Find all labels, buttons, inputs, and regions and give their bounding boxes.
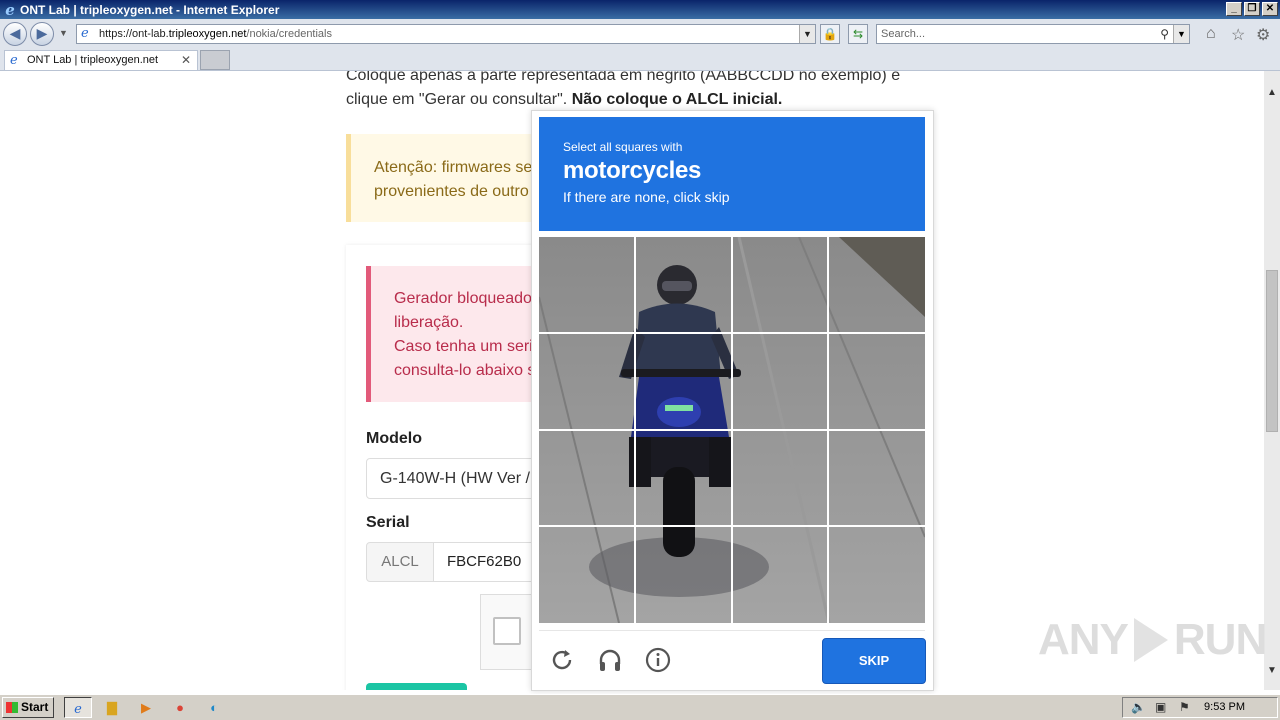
- warning-text: Atenção: firmwares ser provenientes de o…: [374, 156, 534, 204]
- address-bar[interactable]: e https://ont-lab.tripleoxygen.net/nokia…: [76, 24, 816, 44]
- scroll-up-icon[interactable]: ▲: [1264, 85, 1280, 101]
- url-path: /nokia/credentials: [246, 28, 332, 40]
- minimize-button[interactable]: _: [1226, 2, 1242, 16]
- generate-button[interactable]: [366, 683, 467, 690]
- favorites-star-icon[interactable]: ☆: [1231, 25, 1245, 45]
- back-arrow-icon: ◀: [9, 25, 21, 41]
- back-button[interactable]: ◀: [3, 22, 27, 46]
- forward-arrow-icon: ▶: [36, 25, 48, 41]
- skip-button[interactable]: SKIP: [822, 638, 926, 684]
- taskbar-ie-icon[interactable]: e: [64, 697, 92, 718]
- serial-prefix-addon: ALCL: [366, 542, 434, 582]
- prompt-skip-hint: If there are none, click skip: [563, 189, 730, 205]
- url-domain: tripleoxygen.net: [168, 28, 247, 40]
- scrollbar-thumb[interactable]: [1266, 270, 1278, 432]
- headphones-icon[interactable]: [596, 646, 624, 674]
- close-window-button[interactable]: ✕: [1262, 2, 1278, 16]
- taskbar-edge-icon[interactable]: ◐: [200, 697, 228, 718]
- system-tray: 🔈 ▣ ⚑ 9:53 PM: [1122, 697, 1278, 718]
- close-tab-icon[interactable]: ✕: [181, 51, 191, 70]
- anyrun-watermark: ANY RUN: [1038, 612, 1267, 668]
- restore-button[interactable]: ❐: [1244, 2, 1260, 16]
- intro-line-2: clique em "Gerar ou consultar". Não colo…: [346, 88, 782, 112]
- error-text: Gerador bloqueado liberação. Caso tenha …: [394, 287, 534, 383]
- watermark-text-left: ANY: [1038, 615, 1129, 664]
- challenge-image-grid[interactable]: [539, 237, 925, 623]
- tab-label: ONT Lab | tripleoxygen.net: [27, 54, 159, 66]
- lock-button[interactable]: 🔒: [820, 24, 840, 44]
- home-icon[interactable]: ⌂: [1206, 25, 1216, 43]
- tab-ont-lab[interactable]: e ONT Lab | tripleoxygen.net ✕: [4, 50, 198, 70]
- url-prefix: https://ont-lab.: [99, 28, 169, 40]
- refresh-page-button[interactable]: ⇆: [848, 24, 868, 44]
- tab-ie-icon: e: [10, 53, 18, 68]
- taskbar-media-player-icon[interactable]: ▶: [132, 697, 160, 718]
- windows-flag-icon: [6, 702, 18, 713]
- action-center-flag-icon[interactable]: ⚑: [1179, 698, 1190, 717]
- intro-line-2-text: clique em "Gerar ou consultar".: [346, 91, 572, 108]
- refresh-icon[interactable]: [548, 646, 576, 674]
- error-line-4: consulta-lo abaixo s: [394, 362, 534, 379]
- window-title: ONT Lab | tripleoxygen.net - Internet Ex…: [20, 2, 280, 17]
- error-line-2: liberação.: [394, 314, 464, 331]
- warning-line-2: provenientes de outro: [374, 183, 529, 200]
- info-icon[interactable]: [644, 646, 672, 674]
- new-tab-button[interactable]: [200, 50, 230, 70]
- search-placeholder: Search...: [881, 28, 926, 40]
- intro-bold-note: Não coloque o ALCL inicial.: [571, 91, 783, 108]
- serial-input[interactable]: FBCF62B0: [433, 542, 546, 582]
- history-dropdown-icon[interactable]: ▼: [59, 28, 68, 38]
- network-icon[interactable]: ▣: [1155, 698, 1166, 717]
- window-title-bar: e ONT Lab | tripleoxygen.net - Internet …: [0, 0, 1280, 19]
- address-dropdown-icon[interactable]: ▼: [799, 25, 815, 43]
- clock: 9:53 PM: [1204, 701, 1245, 713]
- start-button[interactable]: Start: [2, 697, 54, 718]
- prompt-target-object: motorcycles: [563, 157, 702, 184]
- taskbar-explorer-icon[interactable]: ▇: [98, 697, 126, 718]
- search-input[interactable]: Search... ⚲ ▼: [876, 24, 1190, 44]
- page-ie-icon: e: [81, 26, 89, 41]
- captcha-checkbox[interactable]: [493, 617, 521, 645]
- search-icon[interactable]: ⚲: [1160, 25, 1169, 43]
- serial-label: Serial: [366, 514, 410, 531]
- forward-button[interactable]: ▶: [30, 22, 54, 46]
- start-label: Start: [21, 700, 49, 714]
- tools-gear-icon[interactable]: ⚙: [1256, 25, 1270, 45]
- error-line-1: Gerador bloqueado: [394, 290, 532, 307]
- lock-icon: 🔒: [822, 27, 838, 41]
- model-label: Modelo: [366, 430, 422, 447]
- ie-logo-icon: e: [5, 0, 15, 19]
- taskbar-chrome-icon[interactable]: ●: [166, 697, 194, 718]
- challenge-prompt-header: Select all squares with motorcycles If t…: [539, 117, 925, 231]
- intro-line-1: Coloque apenas a parte representada em n…: [346, 71, 901, 84]
- error-line-3: Caso tenha um seria: [394, 338, 534, 355]
- refresh-arrows-icon: ⇆: [852, 27, 864, 41]
- watermark-text-right: RUN: [1173, 615, 1267, 664]
- search-dropdown-icon[interactable]: ▼: [1173, 25, 1189, 43]
- model-select[interactable]: G-140W-H (HW Ver /: [366, 458, 546, 499]
- scroll-down-icon[interactable]: ▼: [1264, 663, 1280, 679]
- volume-icon[interactable]: 🔈: [1131, 698, 1146, 717]
- play-logo-icon: [1133, 618, 1168, 662]
- prompt-instruction: Select all squares with: [563, 140, 683, 154]
- warning-line-1: Atenção: firmwares ser: [374, 159, 534, 176]
